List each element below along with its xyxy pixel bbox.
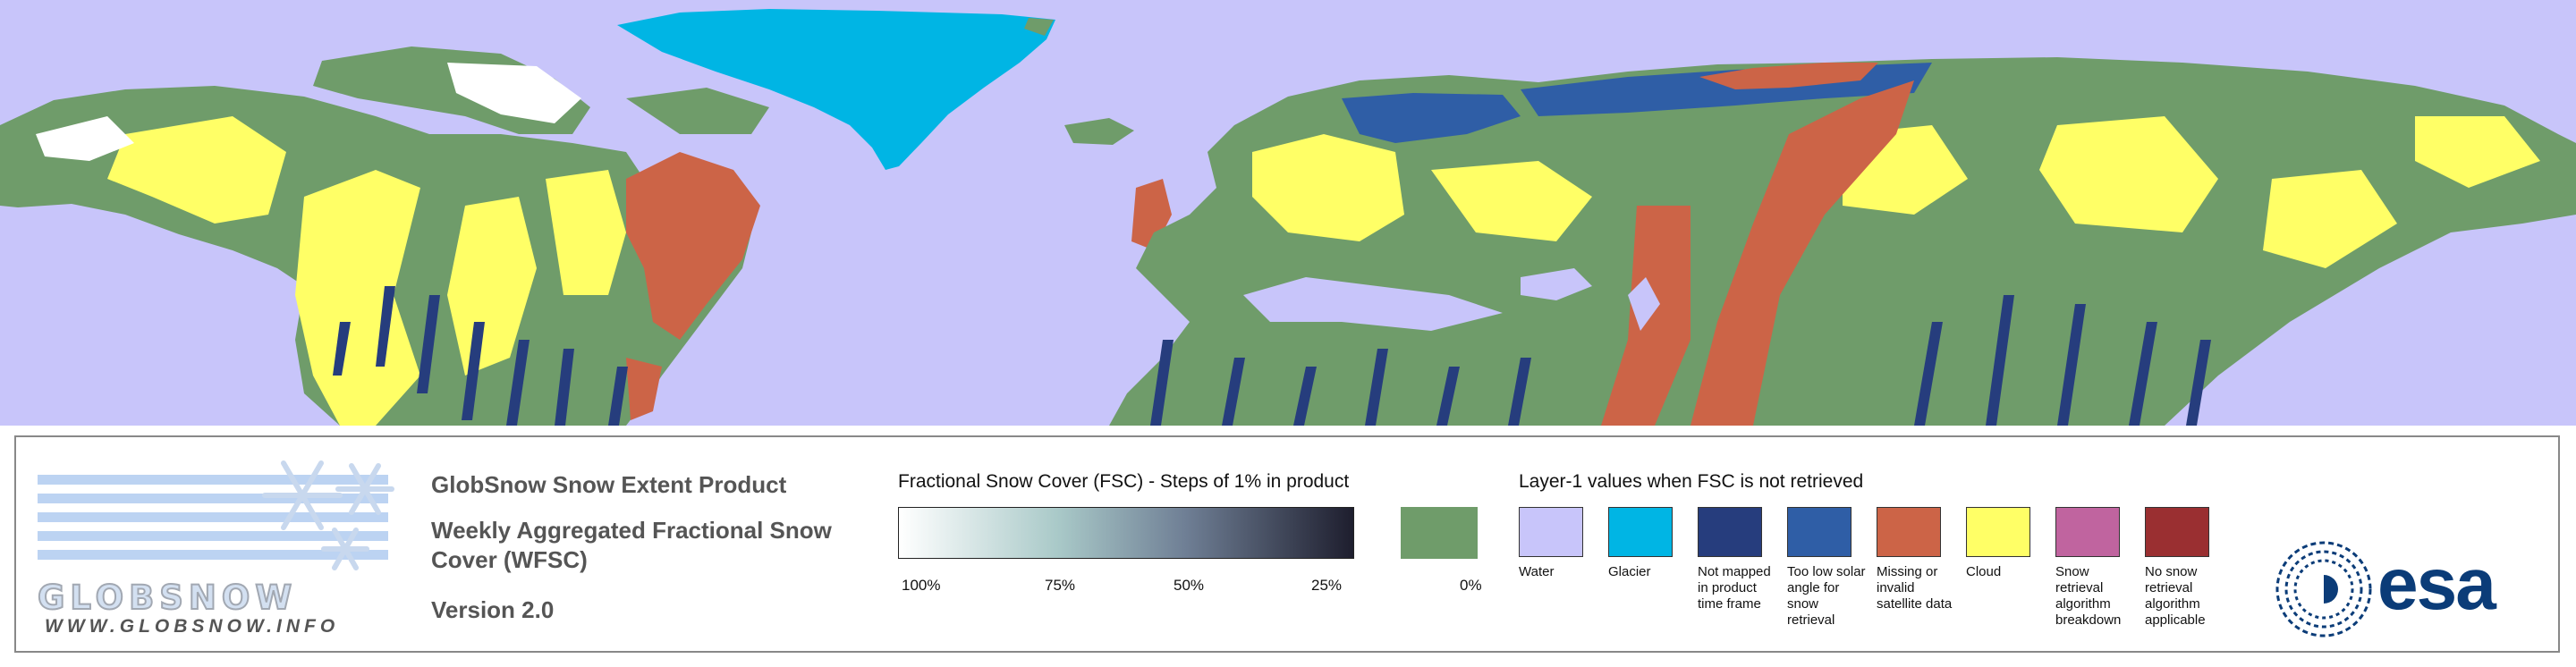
layer1-swatch [1608, 507, 1673, 557]
layer1-swatch [1519, 507, 1583, 557]
layer1-swatch-label: Glacier [1608, 564, 1651, 579]
esa-emblem-icon [2275, 541, 2372, 637]
fsc-tick-100: 100% [902, 577, 941, 594]
layer1-swatch [1966, 507, 2030, 557]
layer1-swatch-label: Cloud [1966, 564, 2002, 579]
layer1-swatch-label: Water [1519, 564, 1555, 579]
layer1-swatch [2055, 507, 2120, 557]
layer1-legend-title: Layer-1 values when FSC is not retrieved [1519, 471, 1864, 492]
product-version: Version 2.0 [431, 596, 555, 623]
logo-url: WWW.GLOBSNOW.INFO [45, 616, 340, 637]
layer1-swatch-label: Snow retrieval algorithm breakdown [2055, 564, 2122, 628]
fsc-zero-swatch [1401, 507, 1478, 559]
fsc-tick-0: 0% [1460, 577, 1482, 594]
snow-cover-map [0, 0, 2576, 426]
product-title: GlobSnow Snow Extent Product [431, 471, 787, 498]
fsc-tick-75: 75% [1045, 577, 1076, 594]
logo-wordmark: GLOBSNOW [37, 578, 298, 618]
esa-wordmark: esa [2377, 544, 2496, 625]
layer1-swatch-label: No snow retrieval algorithm applicable [2145, 564, 2206, 628]
fsc-gradient-bar [898, 507, 1354, 559]
layer1-swatch [1787, 507, 1852, 557]
layer1-swatch-label: Too low solar angle for snow retrieval [1787, 564, 1866, 628]
layer1-swatch-label: Not mapped in product time frame [1698, 564, 1771, 612]
layer1-swatch [1877, 507, 1941, 557]
snowflake-icon [262, 460, 394, 570]
layer1-swatch [2145, 507, 2209, 557]
fsc-legend-title: Fractional Snow Cover (FSC) - Steps of 1… [898, 471, 1350, 492]
layer1-swatch [1698, 507, 1762, 557]
legend-panel: GLOBSNOW WWW.GLOBSNOW.INFO GlobSnow Snow… [14, 435, 2560, 653]
layer1-swatch-label: Missing or invalid satellite data [1877, 564, 1953, 612]
fsc-tick-25: 25% [1311, 577, 1343, 594]
product-subtitle: Weekly Aggregated Fractional Snow Cover … [431, 517, 832, 573]
fsc-tick-50: 50% [1174, 577, 1205, 594]
